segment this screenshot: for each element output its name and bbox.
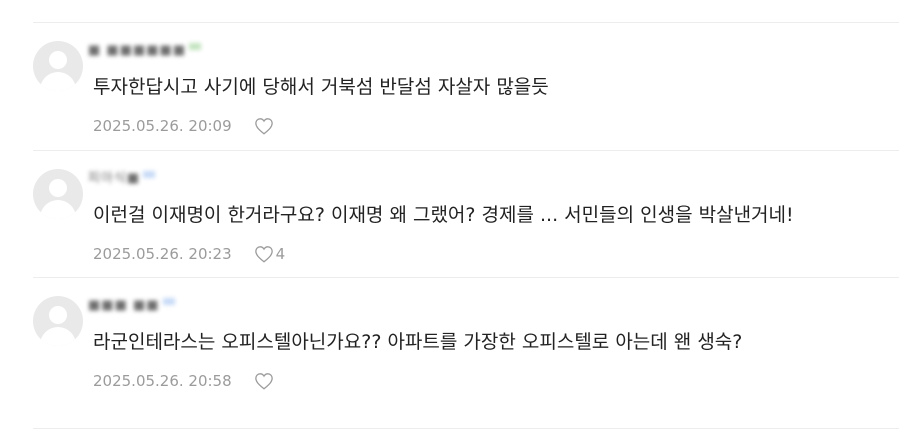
like-button[interactable] [254,372,276,390]
comment-nickname[interactable]: 피아식■ [88,171,156,187]
top-divider [33,22,899,23]
comment-item: ■■■ ■■ 라군인테라스는 오피스텔아닌가요?? 아파트를 가장한 오피스텔로… [33,296,893,424]
comment-divider [33,150,899,151]
avatar-icon[interactable] [33,169,83,219]
nickname-badge-icon [162,298,175,305]
comment-date: 2025.05.26. 20:58 [93,372,232,390]
comment-text: 라군인테라스는 오피스텔아닌가요?? 아파트를 가장한 오피스텔로 아는데 왠 … [93,331,743,353]
comment-meta: 2025.05.26. 20:23 4 [93,244,285,264]
comment-date: 2025.05.26. 20:09 [93,117,232,135]
comment-text: 투자한답시고 사기에 당해서 거북섬 반달섬 자살자 많을듯 [93,76,549,98]
comment-meta: 2025.05.26. 20:09 [93,116,276,136]
heart-icon [254,373,273,390]
heart-icon [254,118,273,135]
nickname-badge-icon [189,43,202,50]
avatar-icon[interactable] [33,41,83,91]
like-count: 4 [275,245,286,263]
avatar-icon[interactable] [33,296,83,346]
comment-text: 이런걸 이재명이 한거라구요? 이재명 왜 그랬어? 경제를 ... 서민들의 … [93,204,794,226]
heart-icon [254,246,273,263]
nickname-badge-icon [143,171,156,178]
bottom-divider [33,428,899,429]
comment-divider [33,277,899,278]
comment-nickname[interactable]: ■ ■■■■■■ [88,43,202,59]
comment-date: 2025.05.26. 20:23 [93,245,232,263]
like-button[interactable] [254,117,276,135]
like-button[interactable]: 4 [254,244,286,264]
comment-meta: 2025.05.26. 20:58 [93,371,276,391]
comment-nickname[interactable]: ■■■ ■■ [88,298,175,314]
